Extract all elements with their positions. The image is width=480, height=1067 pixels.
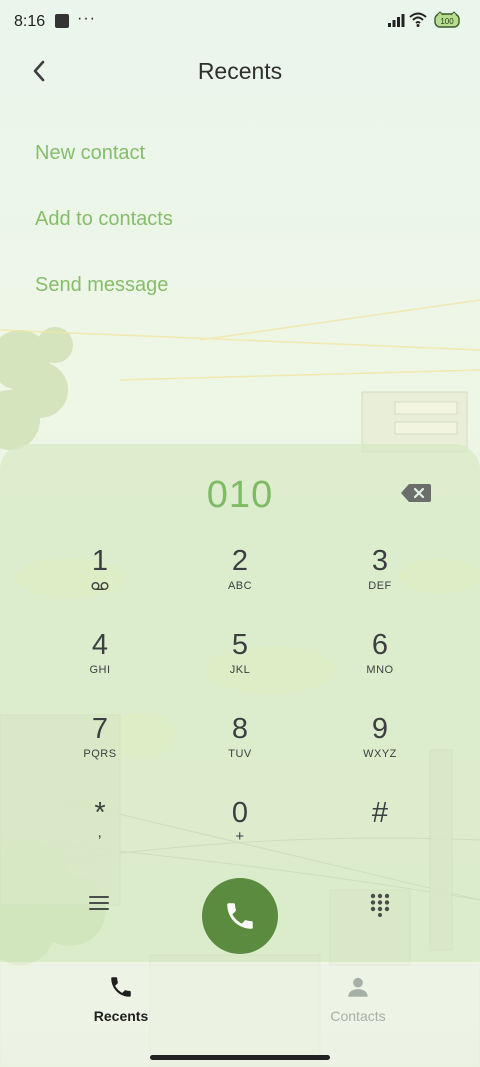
key-digit: 5 <box>231 629 249 661</box>
menu-icon[interactable] <box>88 893 110 913</box>
page-title: Recents <box>197 58 283 84</box>
key-digit: 3 <box>371 545 389 577</box>
home-indicator[interactable] <box>150 1055 330 1060</box>
dial-key-6[interactable]: 6 MNO <box>320 628 440 700</box>
signal-icon <box>388 14 405 27</box>
dialpad-toggle-icon[interactable] <box>369 893 391 917</box>
status-time: 8:16 <box>14 13 46 30</box>
battery-level: 100 <box>440 17 454 26</box>
call-button[interactable] <box>202 878 278 954</box>
tab-contacts[interactable]: Contacts <box>298 974 418 1024</box>
key-letters: PQRS <box>83 748 117 760</box>
dial-key-0[interactable]: 0 + <box>180 796 300 868</box>
tab-recents[interactable]: Recents <box>61 974 181 1024</box>
dial-key-7[interactable]: 7 PQRS <box>40 712 160 784</box>
top-bar: Recents <box>0 44 480 98</box>
key-digit: 0 <box>231 797 249 829</box>
dial-key-4[interactable]: 4 GHI <box>40 628 160 700</box>
dial-key-8[interactable]: 8 TUV <box>180 712 300 784</box>
send-message-option[interactable]: Send message <box>35 274 168 297</box>
new-contact-option[interactable]: New contact <box>35 142 145 165</box>
key-letters: DEF <box>368 580 392 592</box>
bottom-tab-bar: Recents Contacts <box>0 962 480 1067</box>
battery-icon: 100 <box>434 11 460 34</box>
phone-icon <box>227 903 253 929</box>
key-letters: MNO <box>366 664 394 676</box>
dial-key-5[interactable]: 5 JKL <box>180 628 300 700</box>
dial-key-hash[interactable]: # <box>320 796 440 868</box>
key-digit: 4 <box>91 629 109 661</box>
voicemail-icon <box>91 582 109 591</box>
key-letters: WXYZ <box>363 748 397 760</box>
dial-key-star[interactable]: * , <box>40 796 160 868</box>
key-digit: 8 <box>231 713 249 745</box>
phone-icon <box>111 977 131 997</box>
key-letters: + <box>235 828 245 845</box>
key-letters: GHI <box>89 664 111 676</box>
dial-key-1[interactable]: 1 <box>40 544 160 616</box>
add-to-contacts-option[interactable]: Add to contacts <box>35 208 173 231</box>
dial-key-9[interactable]: 9 WXYZ <box>320 712 440 784</box>
wifi-icon <box>409 12 427 27</box>
person-icon <box>348 977 368 997</box>
status-bar: 8:16 ··· 100 <box>0 0 480 44</box>
tab-label: Contacts <box>330 1008 386 1024</box>
backspace-icon[interactable] <box>400 483 432 503</box>
key-letters: JKL <box>229 664 251 676</box>
key-digit: 6 <box>371 629 389 661</box>
key-digit: 7 <box>91 713 109 745</box>
dial-key-2[interactable]: 2 ABC <box>180 544 300 616</box>
key-digit: 2 <box>231 545 249 577</box>
key-letters: , <box>97 824 103 841</box>
key-letters: ABC <box>227 580 253 592</box>
tab-label: Recents <box>93 1008 149 1024</box>
key-digit: # <box>371 797 389 829</box>
notification-icon <box>55 14 69 28</box>
more-notifications-icon: ··· <box>77 10 96 27</box>
dial-key-3[interactable]: 3 DEF <box>320 544 440 616</box>
key-digit: 9 <box>371 713 389 745</box>
key-digit: 1 <box>91 545 109 577</box>
dialpad: 010 1 2 ABC 3 DEF 4 GHI 5 JKL 6 MNO 7 PQ… <box>0 444 480 962</box>
key-letters: TUV <box>228 748 252 760</box>
